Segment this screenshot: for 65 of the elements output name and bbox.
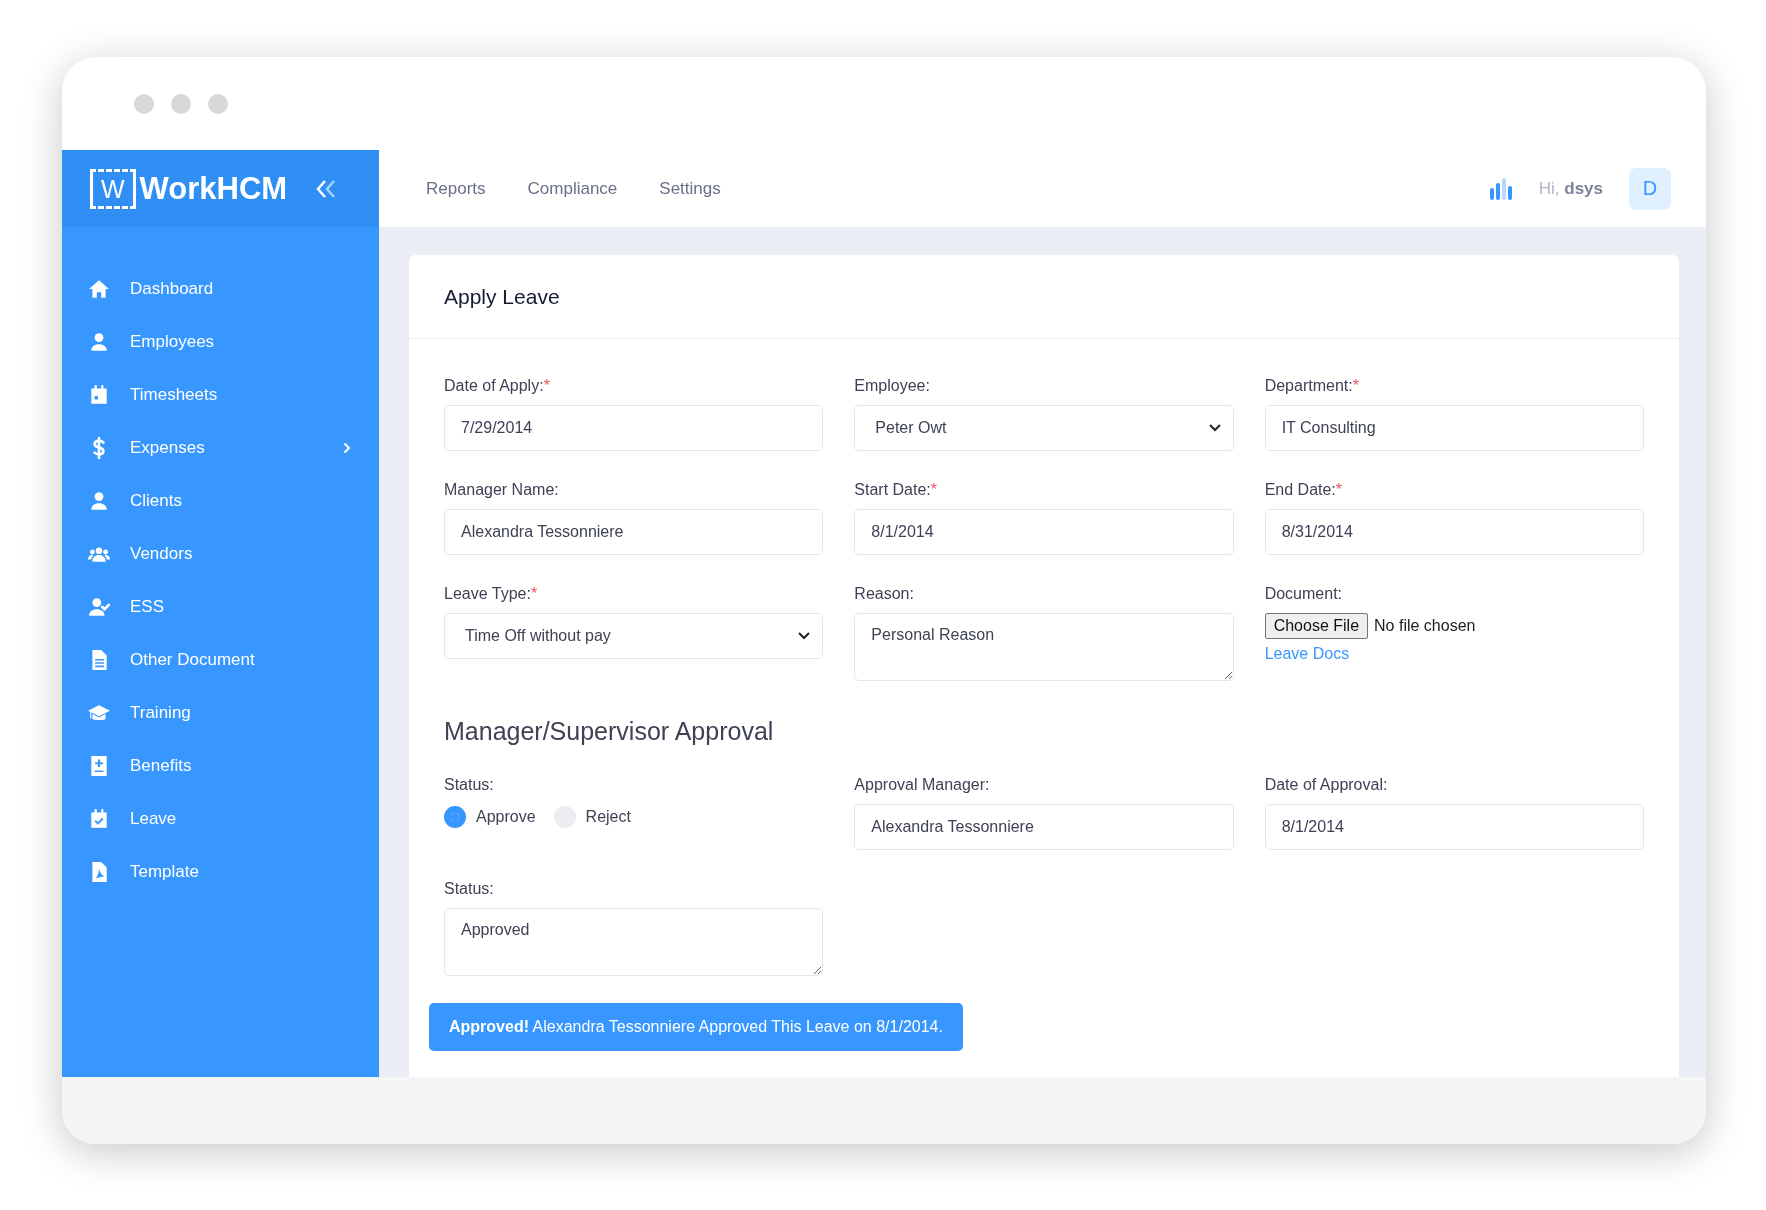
text-field[interactable]: 7/29/2014: [444, 405, 824, 451]
field-label: Leave Type:*: [444, 585, 539, 603]
leave-docs-link[interactable]: Leave Docs: [1264, 645, 1350, 663]
sidebar-item[interactable]: Vendors: [88, 534, 379, 574]
sidebar-item[interactable]: Benefits: [88, 746, 379, 786]
nav-icon: [88, 331, 110, 353]
field-label: Department:*: [1264, 377, 1360, 395]
sidebar-item[interactable]: Other Document: [88, 640, 379, 680]
sidebar-item[interactable]: ESS: [88, 587, 379, 627]
nav-icon: [88, 278, 110, 300]
sidebar-item[interactable]: Timesheets: [88, 375, 379, 415]
caret-icon: [798, 632, 811, 640]
sidebar-item[interactable]: Training: [88, 693, 379, 733]
text-field[interactable]: 8/1/2014: [1264, 804, 1644, 850]
text-field[interactable]: 8/31/2014: [1264, 509, 1644, 555]
top-nav-link[interactable]: Compliance: [527, 178, 618, 199]
field-label: Document:: [1264, 585, 1344, 603]
sidebar-item[interactable]: Clients: [88, 481, 379, 521]
sidebar-item[interactable]: Leave: [88, 799, 379, 839]
field-label: Status:: [444, 776, 495, 794]
field-label: End Date:*: [1264, 481, 1344, 499]
nav-icon: [88, 596, 110, 618]
logo-text: WorkHCM: [139, 170, 288, 207]
sidebar-item[interactable]: Employees: [88, 322, 379, 362]
nav-icon: [88, 808, 110, 830]
top-nav-link[interactable]: Settings: [659, 178, 721, 199]
field-label: Date of Apply:*: [444, 377, 551, 395]
sidebar-item[interactable]: Expenses: [88, 428, 379, 468]
text-field[interactable]: Alexandra Tessonniere: [444, 509, 824, 555]
dropdown-field[interactable]: Time Off without pay: [444, 613, 824, 659]
field-label: Date of Approval:: [1264, 776, 1389, 794]
text-field[interactable]: Alexandra Tessonniere: [854, 804, 1234, 850]
text-area[interactable]: Approved: [444, 908, 824, 976]
text-field[interactable]: 8/1/2014: [854, 509, 1234, 555]
radio-option[interactable]: Reject: [553, 806, 631, 828]
bar-chart-icon[interactable]: [1488, 177, 1513, 200]
field-label: Reason:: [854, 585, 915, 603]
field-label: Approval Manager:: [854, 776, 991, 794]
nav-icon: [88, 490, 110, 512]
dropdown-field[interactable]: Peter Owt: [854, 405, 1234, 451]
logo-mark: W: [90, 168, 136, 209]
text-area[interactable]: Personal Reason: [854, 613, 1234, 681]
file-status: No file chosen: [1374, 617, 1476, 635]
user-name: dsys: [1564, 178, 1603, 198]
card-title: Apply Leave: [444, 284, 560, 309]
collapse-icon[interactable]: [315, 178, 337, 199]
window-dot[interactable]: [134, 93, 154, 114]
top-nav-link[interactable]: Reports: [426, 178, 486, 199]
sidebar-item[interactable]: Template: [88, 852, 379, 892]
greeting-text: Hi,: [1538, 178, 1560, 198]
choose-file-button[interactable]: Choose File: [1264, 613, 1369, 639]
window-dot[interactable]: [208, 93, 228, 114]
text-field[interactable]: IT Consulting: [1264, 405, 1644, 451]
success-alert: Approved! Alexandra Tessonniere Approved This Leave on 8/1/2014.: [429, 1003, 963, 1051]
field-label: Start Date:*: [854, 481, 939, 499]
caret-icon: [1208, 424, 1221, 432]
window-dot[interactable]: [171, 93, 191, 114]
nav-icon: [88, 384, 110, 406]
radio-option[interactable]: Approve: [444, 806, 536, 828]
field-label: Employee:: [854, 377, 931, 395]
section-title: Manager/Supervisor Approval: [444, 717, 775, 746]
nav-icon: [88, 755, 110, 777]
field-label: Status:: [444, 880, 495, 898]
field-label: Manager Name:: [444, 481, 560, 499]
sidebar-item[interactable]: Dashboard: [88, 269, 379, 309]
